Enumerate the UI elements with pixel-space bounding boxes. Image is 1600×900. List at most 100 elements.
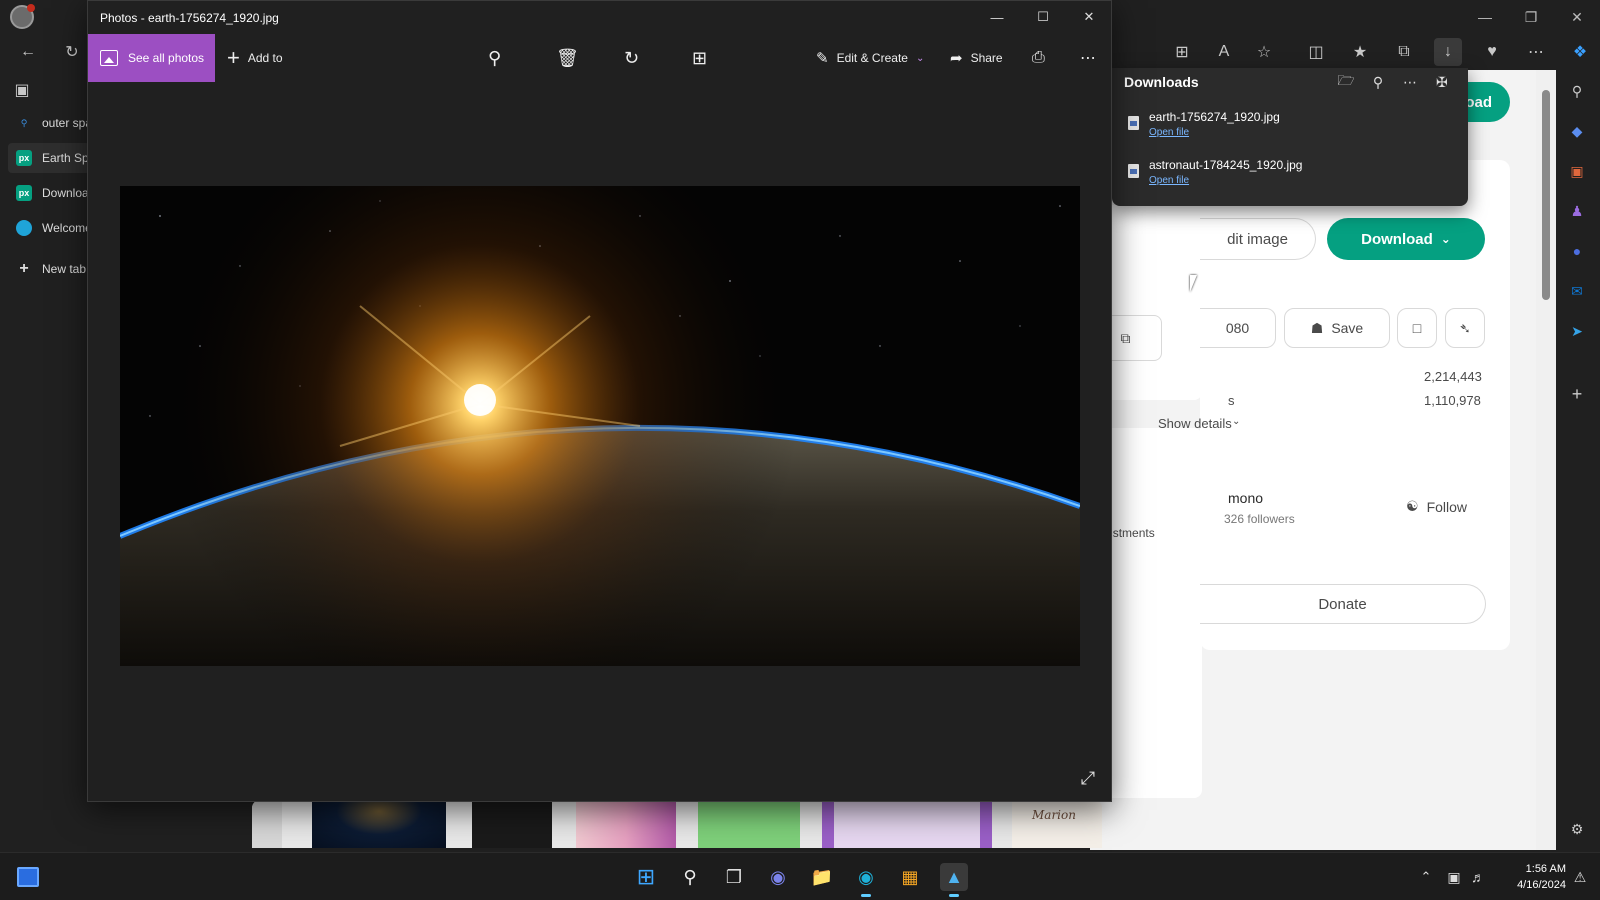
size-button[interactable]: 080	[1200, 308, 1276, 348]
volume-icon[interactable]: ♬	[1464, 863, 1492, 891]
send-icon[interactable]: ➤	[1566, 320, 1588, 342]
more-options-icon[interactable]: ⋯	[1400, 72, 1420, 92]
toolbox-icon[interactable]: ▣	[1566, 160, 1588, 182]
chevron-up-icon[interactable]: ⌃	[1412, 863, 1440, 891]
search-icon[interactable]: ⚲	[1368, 72, 1388, 92]
related-thumb-dark[interactable]	[472, 802, 552, 848]
donate-button[interactable]: Donate	[1200, 584, 1486, 624]
tab-label: Downloa	[42, 186, 89, 200]
pin-icon[interactable]: ✠	[1432, 72, 1452, 92]
pexels-icon: px	[16, 150, 32, 166]
stat-label-partial: s	[1228, 393, 1235, 408]
tab-earth[interactable]: px Earth Sp	[8, 143, 90, 173]
download-button[interactable]: Download ⌄	[1327, 218, 1485, 260]
edit-create-label: Edit & Create	[836, 51, 908, 65]
download-item[interactable]: astronaut-1784245_1920.jpg Open file	[1124, 154, 1454, 198]
photos-app-icon[interactable]: ▲	[940, 863, 968, 897]
tab-new[interactable]: + New tab	[8, 254, 90, 284]
tag-icon[interactable]: ◆	[1566, 120, 1588, 142]
related-thumb-purple[interactable]	[822, 802, 992, 848]
image-file-icon	[1128, 164, 1139, 178]
crop-button[interactable]: ⊞	[692, 46, 715, 70]
add-sidebar-icon[interactable]: +	[1566, 383, 1588, 405]
outlook-icon[interactable]: ✉	[1566, 280, 1588, 302]
back-icon[interactable]: ←	[14, 38, 42, 66]
zoom-in-button[interactable]: ⚲	[488, 46, 509, 70]
minimize-button[interactable]: —	[974, 1, 1020, 33]
search-icon[interactable]: ⚲	[676, 863, 704, 891]
read-aloud-icon[interactable]: A	[1210, 38, 1238, 66]
add-to-label: Add to	[247, 51, 283, 65]
browser-minimize-button[interactable]: —	[1462, 0, 1508, 34]
file-explorer-icon[interactable]: 📁	[808, 863, 836, 891]
search-icon[interactable]: ⚲	[1566, 80, 1588, 102]
see-all-photos-button[interactable]: See all photos	[88, 34, 215, 82]
tab-download[interactable]: px Downloa	[8, 178, 90, 208]
system-clock[interactable]: 1:56 AM 4/16/2024	[1517, 861, 1566, 893]
browser-restore-button[interactable]: ❐	[1508, 0, 1554, 34]
pexels-icon: px	[16, 185, 32, 201]
download-item[interactable]: earth-1756274_1920.jpg Open file	[1124, 106, 1454, 150]
scrollbar-thumb[interactable]	[1542, 90, 1550, 300]
edge-icon	[16, 220, 32, 236]
download-file-name: astronaut-1784245_1920.jpg	[1149, 158, 1303, 172]
edge-browser-icon[interactable]: ◉	[852, 863, 880, 897]
close-button[interactable]: ✕	[1066, 1, 1112, 33]
related-thumb-pink[interactable]	[576, 802, 676, 848]
follow-label: Follow	[1426, 498, 1468, 515]
office-icon[interactable]: ●	[1566, 240, 1588, 262]
print-button[interactable]: ⎙	[1032, 46, 1053, 70]
browser-essentials-icon[interactable]: ♥	[1478, 38, 1506, 66]
share-page-button[interactable]: ➴	[1445, 308, 1485, 348]
split-screen-icon[interactable]: ◫	[1302, 38, 1330, 66]
related-thumb-marion[interactable]: Marion	[1012, 802, 1102, 848]
edit-image-button[interactable]: dit image	[1200, 218, 1316, 260]
edit-create-button[interactable]: ✎ Edit & Create ⌄	[816, 46, 924, 70]
maximize-button[interactable]: ☐	[1020, 1, 1066, 33]
show-details-link[interactable]: Show details	[1158, 416, 1232, 431]
tab-actions-icon[interactable]: ▣	[8, 76, 36, 104]
add-to-button[interactable]: + Add to	[227, 45, 283, 70]
refresh-icon[interactable]: ↻	[58, 38, 86, 66]
downloads-icon[interactable]: ↓	[1434, 38, 1462, 66]
downloads-count: 1,110,978	[1424, 393, 1481, 408]
browser-close-button[interactable]: ✕	[1554, 0, 1600, 34]
follow-button[interactable]: ☯ Follow	[1406, 498, 1467, 515]
collections-icon[interactable]: ⧉	[1390, 38, 1418, 66]
related-thumb[interactable]	[252, 802, 282, 848]
rotate-button[interactable]: ↻	[624, 46, 647, 70]
trash-icon: 🗑	[556, 47, 579, 68]
related-thumb-earth[interactable]	[312, 802, 446, 848]
more-menu-icon[interactable]: ⋯	[1522, 38, 1550, 66]
open-folder-icon[interactable]: 🗁	[1336, 72, 1356, 92]
favorites-icon[interactable]: ★	[1346, 38, 1374, 66]
task-view-icon[interactable]: ❐	[720, 863, 748, 891]
apps-icon[interactable]: ⊞	[1168, 38, 1196, 66]
microsoft-store-icon[interactable]: ▦	[896, 863, 924, 891]
comment-button[interactable]: □	[1397, 308, 1437, 348]
delete-button[interactable]: 🗑	[556, 46, 587, 70]
open-file-link[interactable]: Open file	[1149, 127, 1189, 138]
zoom-in-icon: ⚲	[488, 47, 502, 68]
more-options-button[interactable]: ⋯	[1080, 46, 1104, 70]
profile-avatar[interactable]	[10, 4, 35, 29]
open-file-link[interactable]: Open file	[1149, 175, 1189, 186]
related-thumb-green[interactable]	[698, 802, 800, 848]
save-button[interactable]: ☗ Save	[1284, 308, 1390, 348]
photo-viewer-image[interactable]	[120, 186, 1080, 666]
copilot-icon[interactable]: ❖	[1566, 38, 1594, 66]
tab-welcome[interactable]: Welcome	[8, 213, 90, 243]
share-button[interactable]: ➦ Share	[950, 46, 1003, 70]
fullscreen-expand-icon[interactable]: ⤢	[1077, 767, 1099, 789]
notification-icon[interactable]: ⚠	[1566, 863, 1594, 891]
start-windows-icon[interactable]: ⊞	[632, 863, 660, 891]
teams-chat-icon[interactable]: ◉	[764, 863, 792, 891]
favorite-star-icon[interactable]: ☆	[1250, 38, 1278, 66]
chevron-down-icon: ⌄	[1232, 416, 1241, 427]
widgets-icon[interactable]	[14, 863, 42, 891]
settings-gear-icon[interactable]: ⚙	[1566, 818, 1588, 840]
photos-window: Photos - earth-1756274_1920.jpg — ☐ ✕ Se…	[87, 0, 1112, 802]
games-icon[interactable]: ♟	[1566, 200, 1588, 222]
author-name[interactable]: mono	[1228, 490, 1263, 506]
tab-outer-space[interactable]: ⚲ outer spa	[8, 108, 90, 138]
